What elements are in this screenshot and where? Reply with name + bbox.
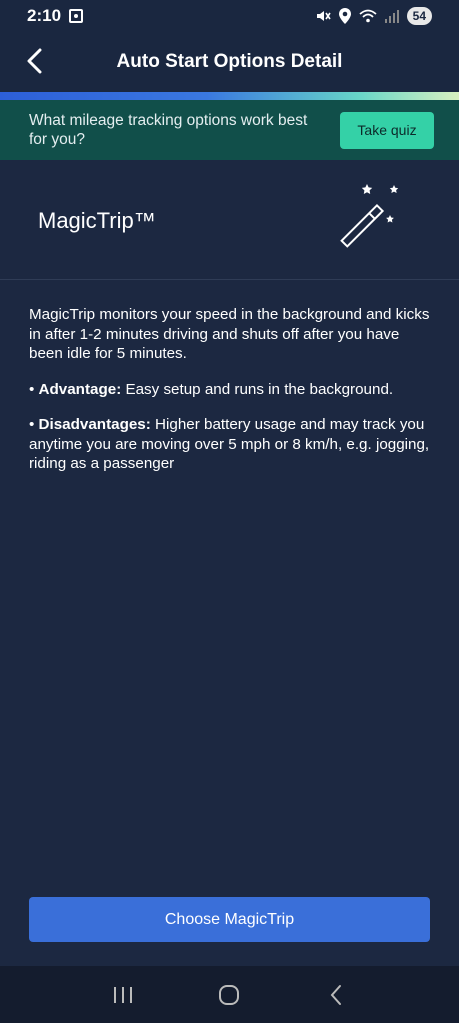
take-quiz-button[interactable]: Take quiz: [340, 111, 434, 149]
back-icon: [330, 984, 341, 1005]
quiz-prompt-text: What mileage tracking options work best …: [29, 112, 308, 148]
mute-icon: [316, 11, 331, 21]
recent-apps-icon: [114, 986, 133, 1003]
disadvantage-label: Disadvantages:: [38, 416, 151, 433]
magic-wand-icon: [340, 184, 399, 248]
battery-indicator: 54: [406, 7, 432, 25]
screenshot-icon: [69, 9, 84, 23]
disadvantage-item: • Disadvantages: Higher battery usage an…: [29, 416, 430, 472]
gradient-divider: [0, 92, 459, 100]
app-header: Auto Start Options Detail: [0, 32, 459, 92]
location-icon: [338, 8, 351, 24]
description-intro: MagicTrip monitors your speed in the bac…: [29, 306, 430, 362]
status-time: 2:10: [27, 6, 62, 25]
page-title: Auto Start Options Detail: [116, 51, 343, 72]
status-bar: 2:10 54: [0, 0, 459, 32]
status-left: 2:10: [27, 6, 84, 26]
advantage-text: Easy setup and runs in the background.: [121, 380, 394, 398]
back-button[interactable]: [18, 44, 50, 78]
choose-magictrip-button[interactable]: Choose MagicTrip: [29, 897, 430, 942]
system-nav-bar: [0, 966, 459, 1023]
recent-apps-button[interactable]: [103, 975, 143, 1015]
system-back-button[interactable]: [316, 975, 356, 1015]
option-name: MagicTrip™: [38, 208, 156, 233]
advantage-label: Advantage:: [38, 380, 122, 398]
status-right: 54: [315, 7, 432, 25]
advantage-item: • Advantage: Easy setup and runs in the …: [29, 380, 394, 398]
home-button[interactable]: [209, 975, 249, 1015]
quiz-banner: What mileage tracking options work best …: [0, 100, 459, 160]
wifi-icon: [359, 9, 377, 23]
chevron-left-icon: [27, 48, 42, 74]
home-icon: [219, 984, 240, 1005]
option-description: MagicTrip monitors your speed in the bac…: [29, 305, 434, 490]
signal-icon: [384, 10, 399, 23]
